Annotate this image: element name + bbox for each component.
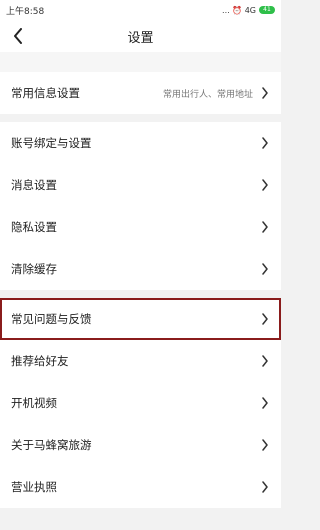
settings-item-label: 开机视频 xyxy=(11,396,57,410)
settings-item-label: 账号绑定与设置 xyxy=(11,136,92,150)
settings-item-label: 关于马蜂窝旅游 xyxy=(11,438,92,452)
settings-item-about[interactable]: 关于马蜂窝旅游 xyxy=(0,424,281,466)
chevron-right-icon xyxy=(262,481,268,493)
settings-item-common-info[interactable]: 常用信息设置 常用出行人、常用地址 xyxy=(0,72,281,114)
chevron-right-icon xyxy=(262,439,268,451)
status-icons: ... ⏰ 4G 41 xyxy=(222,6,275,15)
page-title: 设置 xyxy=(127,30,154,46)
settings-item-label: 消息设置 xyxy=(11,178,57,192)
chevron-right-icon xyxy=(262,221,268,233)
battery-icon: 41 xyxy=(259,6,275,14)
settings-item-message[interactable]: 消息设置 xyxy=(0,164,281,206)
settings-item-clear-cache[interactable]: 清除缓存 xyxy=(0,248,281,290)
settings-item-label: 隐私设置 xyxy=(11,220,57,234)
status-bar: 上午8:58 ... ⏰ 4G 41 xyxy=(0,0,281,20)
settings-item-label: 常见问题与反馈 xyxy=(11,312,92,326)
chevron-right-icon xyxy=(262,397,268,409)
chevron-right-icon xyxy=(262,355,268,367)
nav-bar: 设置 xyxy=(0,20,281,52)
settings-item-privacy[interactable]: 隐私设置 xyxy=(0,206,281,248)
settings-item-label: 营业执照 xyxy=(11,480,57,494)
section-divider xyxy=(0,114,281,122)
back-button[interactable] xyxy=(8,26,28,46)
chevron-right-icon xyxy=(262,263,268,275)
settings-item-business-license[interactable]: 营业执照 xyxy=(0,466,281,508)
chevron-right-icon xyxy=(262,87,268,99)
section-about: 常见问题与反馈 推荐给好友 开机视频 关于马蜂窝旅游 营业执照 xyxy=(0,298,281,508)
settings-item-account-binding[interactable]: 账号绑定与设置 xyxy=(0,122,281,164)
settings-item-right: 常用出行人、常用地址 xyxy=(163,87,269,100)
chevron-right-icon xyxy=(262,179,268,191)
chevron-right-icon xyxy=(262,313,268,325)
top-spacer xyxy=(0,52,281,72)
settings-item-recommend[interactable]: 推荐给好友 xyxy=(0,340,281,382)
status-time: 上午8:58 xyxy=(6,6,45,17)
chevron-right-icon xyxy=(262,137,268,149)
settings-item-label: 推荐给好友 xyxy=(11,354,69,368)
battery-level: 41 xyxy=(263,6,271,13)
settings-item-faq-feedback[interactable]: 常见问题与反馈 xyxy=(0,298,281,340)
back-arrow-icon xyxy=(14,28,22,44)
section-account: 账号绑定与设置 消息设置 隐私设置 清除缓存 xyxy=(0,122,281,290)
settings-item-label: 常用信息设置 xyxy=(11,86,80,100)
status-icons-text: ... ⏰ 4G xyxy=(222,5,256,15)
section-divider xyxy=(0,290,281,298)
section-common-info: 常用信息设置 常用出行人、常用地址 xyxy=(0,72,281,114)
settings-item-splash-video[interactable]: 开机视频 xyxy=(0,382,281,424)
bottom-spacer xyxy=(0,508,281,530)
settings-item-hint: 常用出行人、常用地址 xyxy=(162,89,253,100)
settings-item-label: 清除缓存 xyxy=(11,262,57,276)
